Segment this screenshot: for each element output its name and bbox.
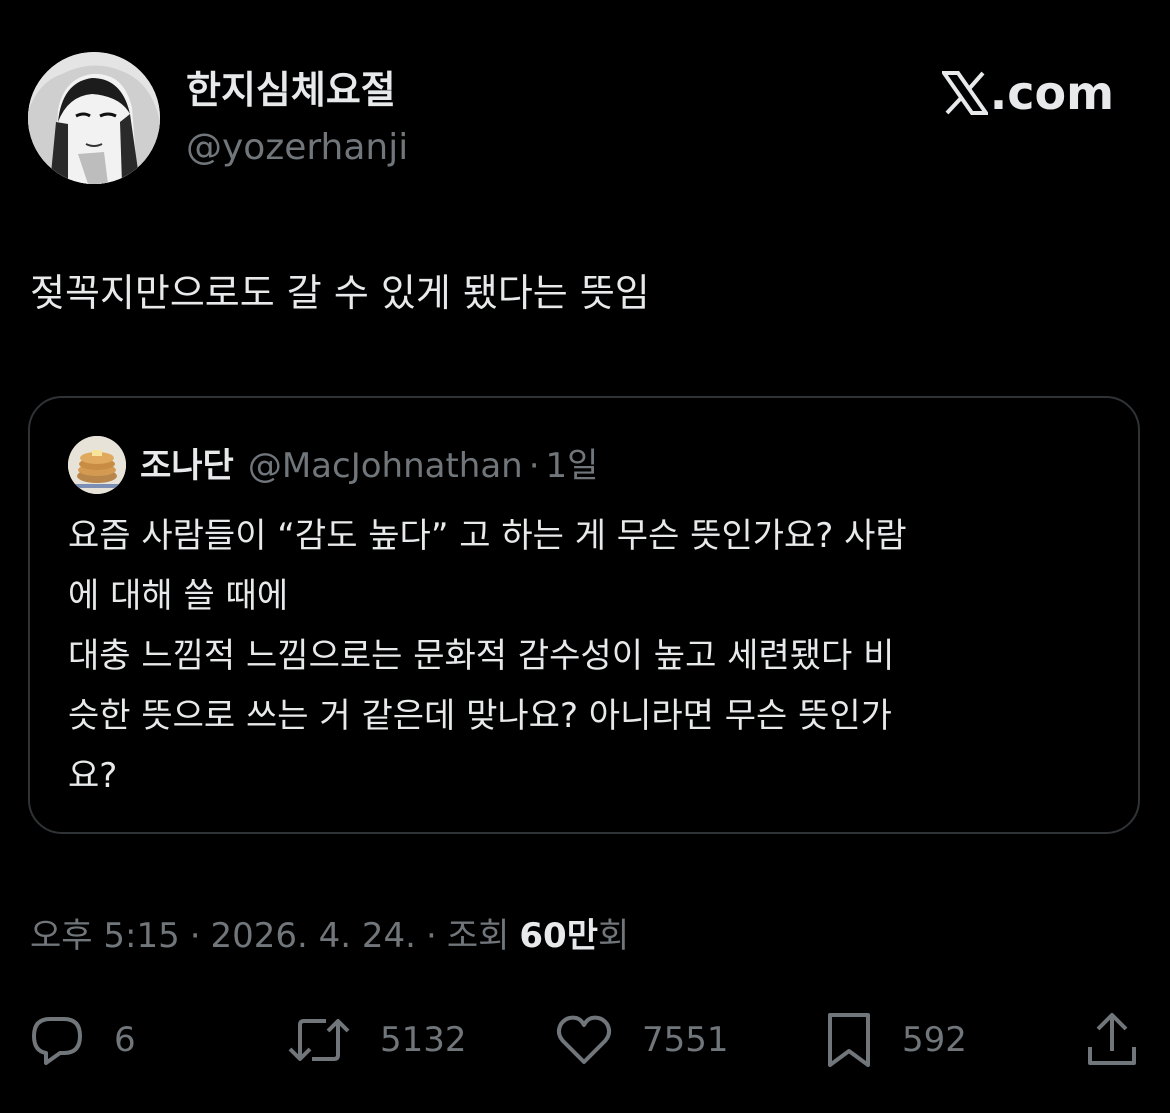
bookmark-button[interactable]: 592	[824, 1008, 967, 1072]
tweet-time[interactable]: 오후 5:15	[30, 908, 180, 964]
share-icon	[1088, 1013, 1136, 1065]
quoted-meta-separator: ·	[528, 446, 540, 486]
repost-count: 5132	[380, 1020, 467, 1060]
quoted-author-avatar[interactable]	[68, 436, 126, 494]
site-mark-text: .com	[989, 66, 1114, 120]
author-name[interactable]: 한지심체요절	[186, 64, 396, 116]
share-button[interactable]	[1084, 1008, 1140, 1072]
tweet-header: 한지심체요절 @yozerhanji .com	[28, 52, 1142, 186]
site-mark: .com	[941, 66, 1114, 120]
author-avatar[interactable]	[28, 52, 160, 184]
quoted-tweet-meta: 조나단 @MacJohnathan · 1일	[140, 438, 598, 494]
quoted-text-line: 에 대해 쓸 때에	[68, 576, 289, 616]
bookmark-icon	[828, 1013, 870, 1067]
reply-count: 6	[114, 1020, 136, 1060]
tweet-meta: 오후 5:15 · 2026. 4. 24. · 조회 60만 회	[30, 908, 629, 964]
tweet-date[interactable]: 2026. 4. 24.	[211, 908, 416, 964]
tweet-text: 젖꼭지만으로도 갈 수 있게 됐다는 뜻임	[30, 271, 650, 315]
repost-button[interactable]: 5132	[286, 1008, 467, 1072]
quoted-text-line: 요?	[68, 756, 118, 796]
like-count: 7551	[642, 1020, 729, 1060]
quoted-author-name[interactable]: 조나단	[140, 438, 234, 494]
quoted-tweet-card[interactable]: 조나단 @MacJohnathan · 1일 요즘 사람들이 “감도 높다” 고…	[28, 396, 1140, 834]
quoted-text-line: 요즘 사람들이 “감도 높다” 고 하는 게 무슨 뜻인가요? 사람	[68, 516, 907, 556]
like-button[interactable]: 7551	[554, 1008, 729, 1072]
quoted-text-line: 슷한 뜻으로 쓰는 거 같은데 맞나요? 아니라면 무슨 뜻인가	[68, 696, 892, 736]
repost-icon	[288, 1019, 350, 1061]
quoted-text-line: 대충 느낌적 느낌으로는 문화적 감수성이 높고 세련됐다 비	[68, 636, 895, 676]
x-logo-icon	[941, 71, 988, 115]
meta-separator: ·	[426, 916, 437, 956]
views-suffix: 회	[597, 916, 630, 956]
quoted-tweet-age[interactable]: 1일	[546, 438, 599, 494]
views-count: 60만	[519, 916, 598, 956]
action-bar: 6 5132 7551 592	[0, 1008, 1170, 1072]
reply-icon	[32, 1017, 82, 1065]
meta-separator: ·	[189, 916, 201, 956]
heart-icon	[556, 1015, 612, 1064]
quoted-author-handle[interactable]: @MacJohnathan	[248, 438, 523, 494]
author-handle[interactable]: @yozerhanji	[186, 124, 408, 172]
bookmark-count: 592	[902, 1020, 967, 1060]
author-avatar-illustration	[28, 52, 160, 184]
reply-button[interactable]: 6	[28, 1008, 136, 1072]
views-label: 조회	[446, 916, 510, 956]
quoted-tweet-text: 요즘 사람들이 “감도 높다” 고 하는 게 무슨 뜻인가요? 사람 에 대해 …	[68, 506, 1108, 806]
pancake-avatar-icon	[68, 436, 126, 494]
